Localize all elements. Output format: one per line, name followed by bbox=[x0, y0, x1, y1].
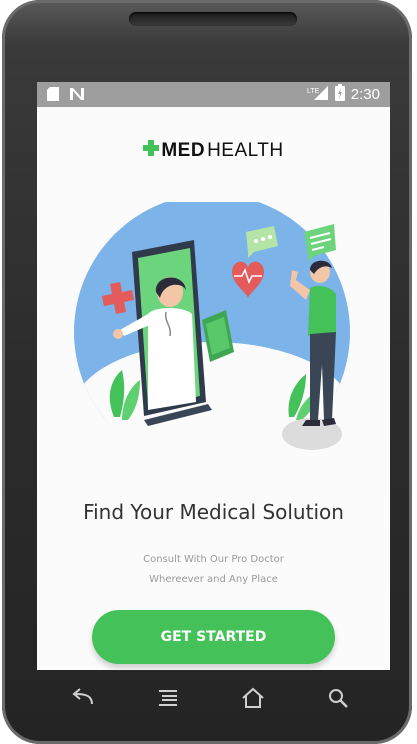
back-button[interactable] bbox=[63, 678, 103, 718]
hero-title: Find Your Medical Solution bbox=[83, 500, 344, 524]
logo-light-text: HEALTH bbox=[207, 140, 284, 161]
menu-button[interactable] bbox=[148, 678, 188, 718]
home-button[interactable] bbox=[233, 678, 273, 718]
search-icon bbox=[328, 689, 348, 708]
menu-icon bbox=[158, 690, 177, 706]
system-nav-bar bbox=[40, 670, 380, 726]
get-started-button[interactable]: GET STARTED bbox=[92, 610, 335, 664]
app-screen: LTE 2:30 MED HEALTH Find Your Medical So… bbox=[37, 82, 390, 670]
status-bar: LTE 2:30 bbox=[37, 82, 390, 107]
lte-signal-icon: LTE bbox=[307, 85, 329, 105]
sd-card-icon bbox=[47, 86, 59, 105]
status-time: 2:30 bbox=[350, 86, 380, 103]
home-icon bbox=[241, 687, 264, 708]
telemedicine-illustration bbox=[52, 194, 372, 547]
back-icon bbox=[71, 688, 93, 705]
hero-subtitle-line1: Consult With Our Pro Doctor bbox=[143, 554, 284, 565]
logo-bold-text: MED bbox=[161, 140, 206, 161]
plus-cross-icon bbox=[143, 140, 160, 162]
phone-speaker bbox=[129, 12, 297, 26]
lte-label: LTE bbox=[307, 88, 320, 95]
app-logo: MED HEALTH bbox=[37, 140, 390, 162]
hero-subtitle-line2: Whereever and Any Place bbox=[149, 574, 278, 585]
notification-n-icon bbox=[69, 86, 85, 105]
battery-icon bbox=[334, 84, 345, 105]
search-button[interactable] bbox=[318, 678, 358, 718]
